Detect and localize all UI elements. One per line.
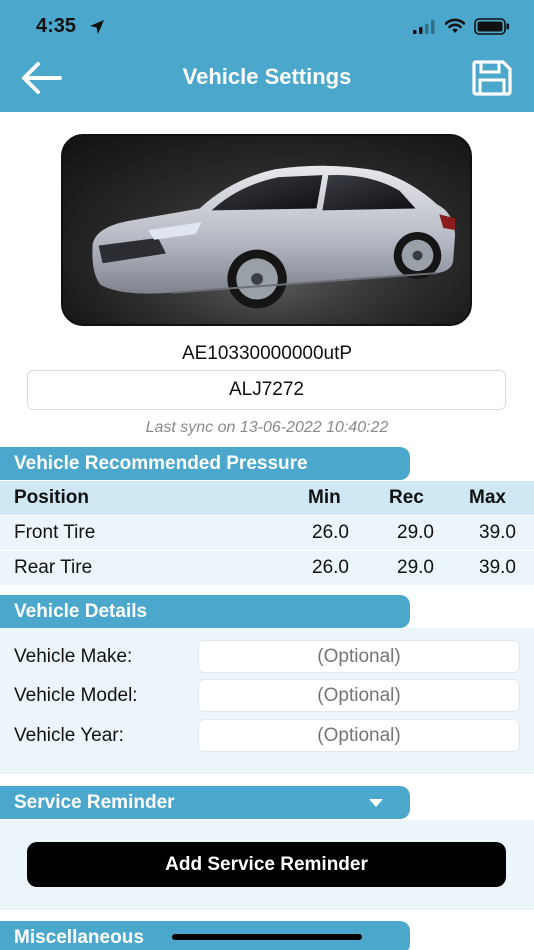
column-header: Max: [469, 487, 506, 508]
page-title: Vehicle Settings: [182, 64, 352, 89]
cellular-signal-icon: [413, 20, 435, 34]
floppy-save-icon[interactable]: [471, 59, 513, 97]
position-cell: Front Tire: [14, 522, 96, 543]
pressure-section-header: Vehicle Recommended Pressure: [0, 447, 410, 480]
license-plate-field[interactable]: ALJ7272: [27, 370, 506, 410]
min-cell: 26.0: [312, 557, 349, 578]
status-time: 4:35: [36, 15, 77, 37]
location-arrow-icon: [90, 20, 104, 34]
vehicle-year-input[interactable]: [198, 719, 520, 752]
min-cell: 26.0: [312, 522, 349, 543]
max-cell: 39.0: [479, 522, 516, 543]
battery-icon: [474, 18, 509, 35]
details-section-header: Vehicle Details: [0, 595, 410, 628]
rec-cell: 29.0: [397, 557, 434, 578]
last-sync-text: Last sync on 13-06-2022 10:40:22: [145, 419, 389, 436]
position-cell: Rear Tire: [14, 557, 93, 578]
vehicle-model-label: Vehicle Model:: [14, 685, 138, 706]
service-reminder-header[interactable]: Service Reminder: [0, 786, 410, 819]
vehicle-year-label: Vehicle Year:: [14, 725, 124, 746]
home-indicator: [172, 934, 362, 940]
table-row: Front Tire 26.0 29.0 39.0: [0, 516, 534, 550]
rec-cell: 29.0: [397, 522, 434, 543]
max-cell: 39.0: [479, 557, 516, 578]
caret-down-icon[interactable]: [369, 799, 383, 807]
device-id: AE10330000000utP: [181, 343, 353, 364]
wifi-icon: [445, 18, 465, 33]
table-row: Rear Tire 26.0 29.0 39.0: [0, 551, 534, 585]
column-header: Rec: [389, 487, 424, 508]
column-header: Position: [14, 487, 89, 508]
vehicle-make-input[interactable]: [198, 640, 520, 673]
top-bar: [0, 0, 534, 112]
table-header-row: Position Min Rec Max: [0, 481, 534, 515]
vehicle-model-input[interactable]: [198, 679, 520, 712]
column-header: Min: [308, 487, 341, 508]
vehicle-image: [61, 134, 472, 326]
pressure-table: Position Min Rec Max Front Tire 26.0 29.…: [0, 481, 534, 585]
vehicle-make-label: Vehicle Make:: [14, 646, 133, 667]
add-service-reminder-button[interactable]: Add Service Reminder: [27, 842, 506, 887]
